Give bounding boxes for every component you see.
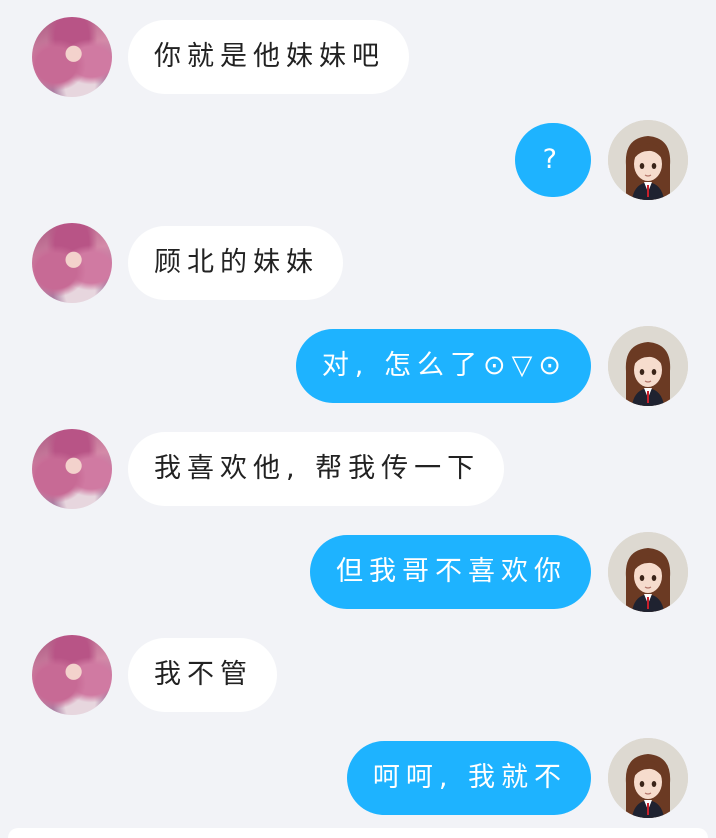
brown-haired-girl-avatar[interactable] — [608, 532, 688, 612]
message-row: 呵呵, 我就不 — [0, 738, 716, 818]
pink-haired-girl-avatar[interactable] — [32, 17, 112, 97]
next-message-edge — [8, 828, 708, 838]
outgoing-message-bubble[interactable]: ? — [514, 123, 591, 197]
chat-thread: 你就是他妹妹吧 ? 顾北的妹妹 对, 怎么了⊙▽⊙ 我喜欢他, 帮我传一下 但我… — [0, 0, 716, 838]
outgoing-message-bubble[interactable]: 呵呵, 我就不 — [346, 741, 591, 815]
pink-haired-girl-avatar[interactable] — [32, 223, 112, 303]
message-row: 我不管 — [0, 635, 716, 715]
brown-haired-girl-avatar[interactable] — [608, 120, 688, 200]
message-row: 对, 怎么了⊙▽⊙ — [0, 326, 716, 406]
incoming-message-bubble[interactable]: 我喜欢他, 帮我传一下 — [128, 432, 505, 506]
brown-haired-girl-avatar[interactable] — [608, 326, 688, 406]
incoming-message-bubble[interactable]: 顾北的妹妹 — [128, 226, 343, 300]
message-row: 你就是他妹妹吧 — [0, 17, 716, 97]
message-row: 但我哥不喜欢你 — [0, 532, 716, 612]
incoming-message-bubble[interactable]: 你就是他妹妹吧 — [128, 20, 409, 94]
pink-haired-girl-avatar[interactable] — [32, 635, 112, 715]
outgoing-message-bubble[interactable]: 但我哥不喜欢你 — [310, 535, 591, 609]
brown-haired-girl-avatar[interactable] — [608, 738, 688, 818]
outgoing-message-bubble[interactable]: 对, 怎么了⊙▽⊙ — [295, 329, 591, 403]
message-row: 顾北的妹妹 — [0, 223, 716, 303]
message-row: 我喜欢他, 帮我传一下 — [0, 429, 716, 509]
incoming-message-bubble[interactable]: 我不管 — [128, 638, 277, 712]
message-row: ? — [0, 120, 716, 200]
pink-haired-girl-avatar[interactable] — [32, 429, 112, 509]
